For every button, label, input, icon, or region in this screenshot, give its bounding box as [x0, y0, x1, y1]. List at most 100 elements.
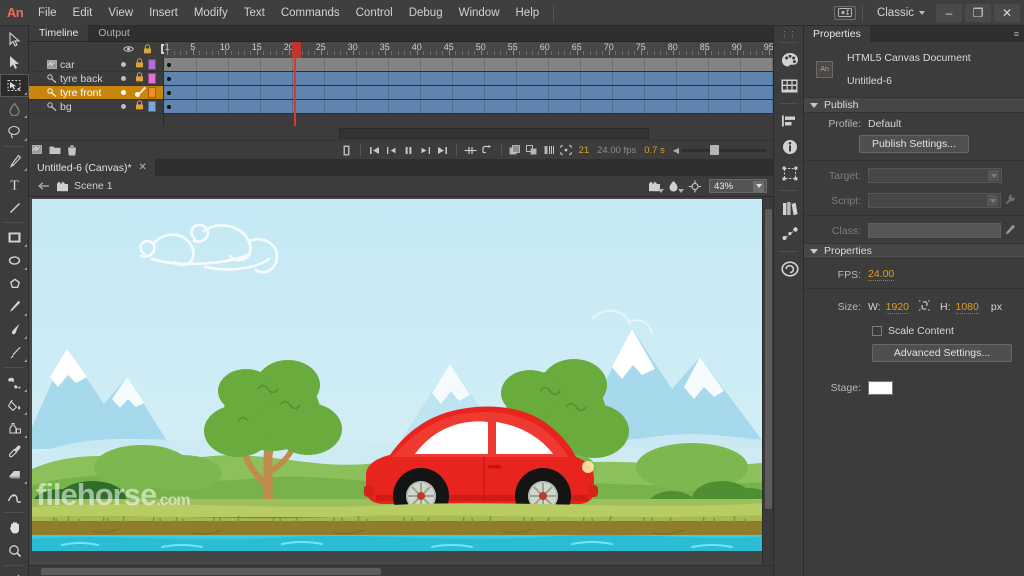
zoom-slider-knob[interactable] — [710, 145, 719, 155]
hand-tool[interactable] — [0, 516, 29, 539]
new-layer-icon[interactable] — [29, 142, 46, 159]
keyframe-marker[interactable] — [167, 105, 171, 109]
eye-icon[interactable] — [123, 44, 134, 56]
menu-modify[interactable]: Modify — [186, 0, 236, 26]
document-tab[interactable]: Untitled-6 (Canvas)* ✕ — [29, 159, 155, 176]
stage-vertical-scrollbar[interactable] — [762, 197, 773, 576]
tab-output[interactable]: Output — [88, 25, 140, 41]
edit-scene-icon[interactable] — [645, 177, 665, 195]
menu-insert[interactable]: Insert — [141, 0, 186, 26]
transform-icon[interactable] — [774, 160, 805, 186]
pencil-tool[interactable] — [0, 295, 29, 318]
go-to-first-frame-icon[interactable] — [366, 142, 383, 159]
playhead-marker[interactable] — [292, 42, 301, 58]
layer-visibility-dot[interactable] — [121, 90, 126, 95]
publish-settings-button[interactable]: Publish Settings... — [859, 135, 969, 153]
section-properties[interactable]: Properties — [804, 243, 1024, 259]
center-frame-icon[interactable] — [462, 142, 479, 159]
gradient-transform-tool[interactable] — [0, 97, 29, 120]
play-icon[interactable] — [400, 142, 417, 159]
menu-commands[interactable]: Commands — [273, 0, 348, 26]
menu-file[interactable]: File — [30, 0, 65, 26]
layer-color-chip[interactable] — [148, 73, 156, 84]
dock-grip-icon[interactable]: ⋮⋮ — [774, 30, 803, 38]
stroke-color-tool[interactable] — [0, 569, 29, 576]
menu-text[interactable]: Text — [236, 0, 273, 26]
keyframe-marker[interactable] — [167, 63, 171, 67]
zoom-tool[interactable] — [0, 539, 29, 562]
frame-span[interactable] — [164, 86, 773, 99]
step-forward-one-frame-icon[interactable] — [417, 142, 434, 159]
frame-row[interactable] — [164, 58, 773, 72]
timeline-horizontal-scrollbar[interactable] — [339, 128, 649, 139]
chevron-down-icon[interactable] — [753, 181, 764, 192]
layer-row-car[interactable]: car — [29, 58, 163, 72]
frame-row[interactable] — [164, 100, 773, 114]
zoom-slider-track[interactable] — [682, 149, 767, 152]
onion-skin-icon[interactable] — [338, 142, 355, 159]
subselection-tool[interactable] — [0, 51, 29, 74]
layer-visibility-dot[interactable] — [121, 62, 126, 67]
onion-skin-outline-icon[interactable] — [507, 142, 524, 159]
align-icon[interactable] — [774, 108, 805, 134]
menu-control[interactable]: Control — [348, 0, 401, 26]
delete-layer-icon[interactable] — [63, 142, 80, 159]
snap-to-objects-icon[interactable] — [685, 177, 705, 195]
close-icon[interactable]: ✕ — [139, 162, 147, 173]
layer-color-chip[interactable] — [148, 59, 156, 70]
cc-libraries-icon[interactable] — [774, 256, 805, 282]
height-value[interactable]: 1080 — [956, 301, 979, 314]
frame-span[interactable] — [164, 100, 773, 113]
free-transform-tool[interactable] — [0, 74, 29, 97]
layer-lock-icon[interactable] — [135, 100, 144, 113]
swatches-icon[interactable] — [774, 73, 805, 99]
fps-value[interactable]: 24.00 fps — [593, 145, 640, 156]
advanced-settings-button[interactable]: Advanced Settings... — [872, 344, 1012, 362]
ink-bottle-tool[interactable] — [0, 417, 29, 440]
zoom-level-selector[interactable]: 43% — [709, 179, 767, 193]
timeline-ruler[interactable]: 15101520253035404550556065707580859095 — [164, 42, 773, 58]
timeline-zoom-slider[interactable]: ◀ — [673, 146, 767, 155]
elapsed-time-value[interactable]: 0.7 s — [640, 145, 669, 156]
motion-presets-icon[interactable] — [774, 221, 805, 247]
width-tool[interactable] — [0, 486, 29, 509]
new-folder-icon[interactable] — [46, 142, 63, 159]
frame-row[interactable] — [164, 72, 773, 86]
eraser-tool[interactable] — [0, 463, 29, 486]
layer-visibility-dot[interactable] — [121, 76, 126, 81]
width-value[interactable]: 1920 — [886, 301, 909, 314]
current-frame-value[interactable]: 21 — [575, 145, 594, 156]
menu-view[interactable]: View — [100, 0, 141, 26]
eyedropper-tool[interactable] — [0, 440, 29, 463]
panel-menu-icon[interactable]: ≡ — [1014, 29, 1020, 39]
text-tool[interactable]: T — [0, 173, 29, 196]
modify-onion-markers-icon[interactable] — [541, 142, 558, 159]
step-back-one-frame-icon[interactable] — [383, 142, 400, 159]
layer-lock-icon[interactable] — [135, 72, 144, 85]
paint-bucket-tool[interactable] — [0, 394, 29, 417]
tab-timeline[interactable]: Timeline — [29, 25, 88, 41]
rectangle-tool[interactable] — [0, 226, 29, 249]
menu-debug[interactable]: Debug — [401, 0, 451, 26]
menu-help[interactable]: Help — [508, 0, 548, 26]
close-button[interactable]: ✕ — [994, 4, 1020, 22]
edit-symbols-icon[interactable] — [665, 177, 685, 195]
menu-edit[interactable]: Edit — [65, 0, 101, 26]
keyframe-marker[interactable] — [167, 77, 171, 81]
lock-icon[interactable] — [143, 44, 152, 57]
stage-canvas[interactable]: filehorse.com — [32, 199, 767, 551]
layer-row-tyre-front[interactable]: tyre front — [29, 86, 163, 100]
profile-value[interactable]: Default — [868, 118, 901, 130]
layer-color-chip[interactable] — [148, 101, 156, 112]
bone-tool[interactable] — [0, 371, 29, 394]
workspace-selector[interactable]: Classic — [869, 7, 933, 19]
go-to-last-frame-icon[interactable] — [434, 142, 451, 159]
menu-window[interactable]: Window — [451, 0, 508, 26]
frame-span[interactable] — [164, 72, 773, 85]
layer-unlocked-dot[interactable] — [135, 88, 140, 97]
lasso-tool[interactable] — [0, 120, 29, 143]
stage-color-swatch[interactable] — [868, 381, 893, 395]
link-broken-icon[interactable] — [918, 299, 931, 315]
scrollbar-thumb[interactable] — [41, 568, 381, 575]
edit-multiple-frames-icon[interactable] — [524, 142, 541, 159]
